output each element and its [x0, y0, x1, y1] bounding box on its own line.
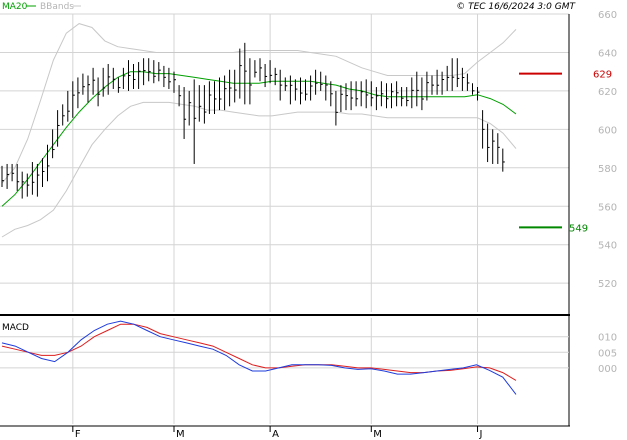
macd-lines — [1, 320, 517, 395]
macd-y-axis: 000 005 010 — [598, 333, 617, 375]
x-tick-label: J — [479, 429, 483, 440]
x-axis: FMAMJ — [72, 426, 483, 440]
macd-y-tick-label: 000 — [598, 364, 617, 375]
bband-upper-line — [1, 23, 517, 184]
y-tick-label: 580 — [598, 164, 617, 175]
resistance-label: 629 — [593, 70, 612, 81]
macd-y-tick-label: 010 — [598, 333, 617, 344]
bband-lower-line — [1, 101, 517, 238]
x-tick-label: M — [373, 429, 382, 440]
legend-ma20: MA20 — [2, 2, 28, 12]
macd-y-tick-label: 005 — [598, 348, 617, 359]
y-tick-label: 560 — [598, 202, 617, 213]
y-tick-label: 600 — [598, 125, 617, 136]
ma20-line — [1, 71, 517, 207]
x-tick-label: F — [75, 429, 81, 440]
y-tick-label: 540 — [598, 241, 617, 252]
macd-title: MACD — [2, 323, 29, 333]
stock-chart: MA20 BBands © TEC 16/6/2024 3:0 GMT 6295… — [0, 2, 617, 440]
macd-line — [1, 320, 517, 395]
price-grid — [0, 13, 569, 312]
legend-bbands: BBands — [40, 2, 74, 12]
support-label: 549 — [569, 223, 588, 234]
bbands — [1, 23, 517, 238]
copyright-text: © TEC 16/6/2024 3:0 GMT — [456, 2, 576, 12]
y-tick-label: 640 — [598, 48, 617, 59]
macd-grid — [0, 318, 569, 424]
y-tick-label: 620 — [598, 87, 617, 98]
x-tick-label: A — [272, 429, 279, 440]
y-tick-label: 660 — [598, 10, 617, 21]
y-tick-label: 520 — [598, 279, 617, 290]
x-tick-label: M — [176, 429, 185, 440]
ma20-line — [1, 71, 517, 207]
price-bars — [1, 42, 505, 199]
price-y-axis: 520 540 560 580 600 620 640 660 — [598, 10, 617, 290]
